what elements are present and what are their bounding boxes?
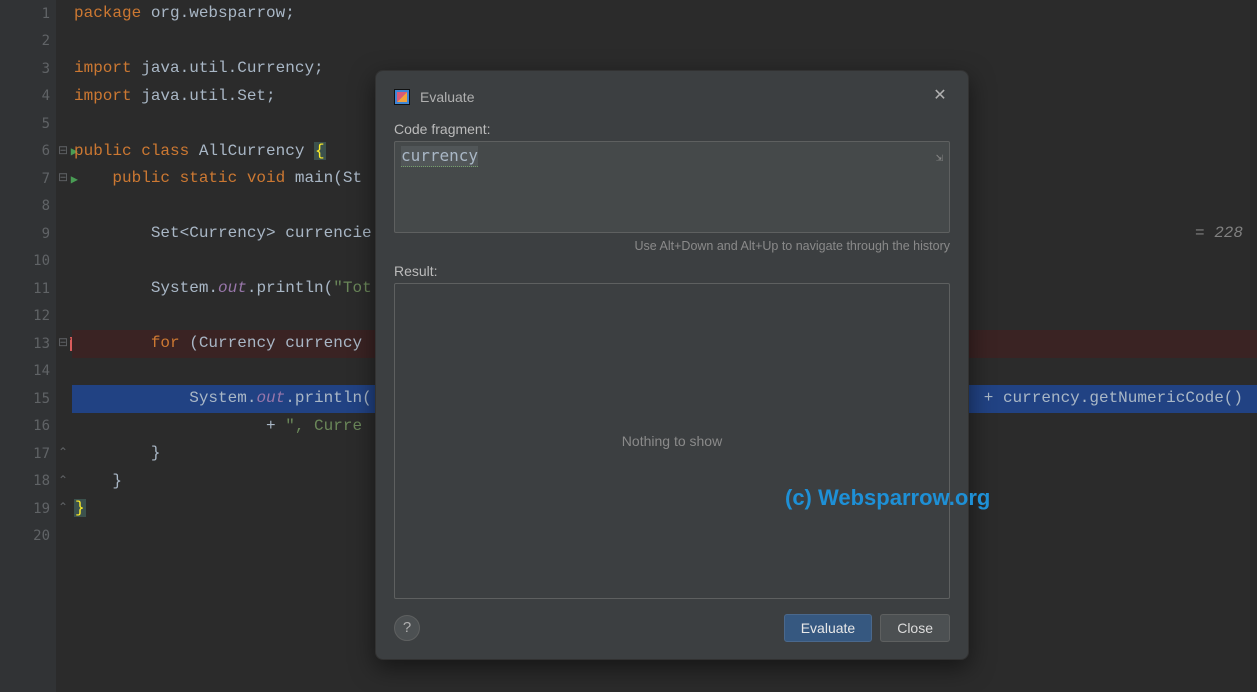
evaluate-dialog: Evaluate ✕ Code fragment: currency ⇲ Use…: [375, 70, 969, 660]
result-panel: Nothing to show: [394, 283, 950, 599]
help-button[interactable]: ?: [394, 615, 420, 641]
gutter-line[interactable]: 16: [0, 413, 56, 441]
history-hint: Use Alt+Down and Alt+Up to navigate thro…: [394, 239, 950, 253]
gutter-line[interactable]: 19: [0, 495, 56, 523]
collapse-icon[interactable]: ⇲: [936, 150, 943, 164]
evaluate-button[interactable]: Evaluate: [784, 614, 872, 642]
watermark: (c) Websparrow.org: [785, 485, 990, 511]
gutter: 123456▶7▶891011121314151617181920: [0, 0, 56, 692]
gutter-line[interactable]: 2: [0, 28, 56, 56]
code-fragment-input[interactable]: currency ⇲: [394, 141, 950, 233]
code-fragment-label: Code fragment:: [394, 121, 950, 137]
intellij-icon: [394, 89, 410, 105]
close-icon[interactable]: ✕: [930, 87, 950, 107]
gutter-line[interactable]: 10: [0, 248, 56, 276]
code-line[interactable]: [72, 28, 1257, 56]
fold-toggle-icon[interactable]: ⌃: [58, 476, 67, 485]
result-label: Result:: [394, 263, 950, 279]
gutter-line[interactable]: 14: [0, 358, 56, 386]
code-line[interactable]: package org.websparrow;: [72, 0, 1257, 28]
gutter-line[interactable]: 8: [0, 193, 56, 221]
gutter-line[interactable]: 6▶: [0, 138, 56, 166]
code-line-tail: = 228: [1185, 220, 1243, 248]
dialog-title: Evaluate: [420, 89, 474, 105]
dialog-footer: ? Evaluate Close: [394, 611, 950, 645]
gutter-line[interactable]: 9: [0, 220, 56, 248]
fold-toggle-icon[interactable]: ⊟: [58, 173, 67, 182]
dialog-titlebar: Evaluate ✕: [394, 85, 950, 109]
gutter-line[interactable]: 7▶: [0, 165, 56, 193]
gutter-line[interactable]: 4: [0, 83, 56, 111]
gutter-line[interactable]: 20: [0, 523, 56, 551]
gutter-line[interactable]: 1: [0, 0, 56, 28]
gutter-line[interactable]: 15: [0, 385, 56, 413]
fold-toggle-icon[interactable]: ⌃: [58, 448, 67, 457]
gutter-line[interactable]: 3: [0, 55, 56, 83]
gutter-line[interactable]: 11: [0, 275, 56, 303]
gutter-line[interactable]: 18: [0, 468, 56, 496]
code-fragment-value: currency: [401, 146, 478, 167]
code-line-tail: + currency.getNumericCode(): [984, 385, 1243, 413]
fold-column: ⊟ ⊟ ⊟ ⌃ ⌃ ⌃: [56, 0, 70, 692]
fold-toggle-icon[interactable]: ⊟: [58, 338, 67, 347]
fold-toggle-icon[interactable]: ⊟: [58, 146, 67, 155]
gutter-line[interactable]: 5: [0, 110, 56, 138]
gutter-line[interactable]: 12: [0, 303, 56, 331]
gutter-line[interactable]: 17: [0, 440, 56, 468]
fold-toggle-icon[interactable]: ⌃: [58, 503, 67, 512]
gutter-line[interactable]: 13: [0, 330, 56, 358]
result-empty-text: Nothing to show: [622, 433, 722, 449]
close-button[interactable]: Close: [880, 614, 950, 642]
